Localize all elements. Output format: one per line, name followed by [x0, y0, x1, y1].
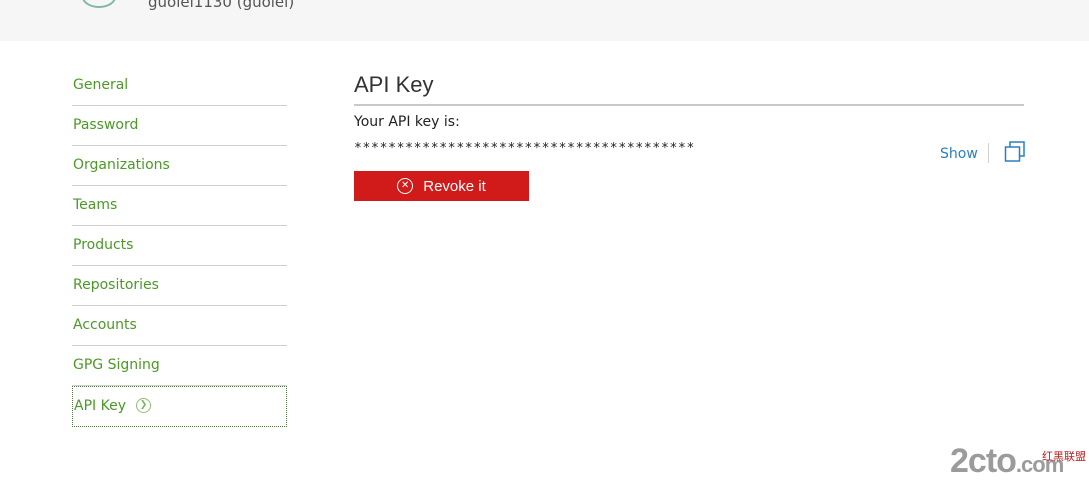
- top-bar: guolei1130 (guolei): [0, 0, 1089, 41]
- sidebar-item-accounts[interactable]: Accounts: [72, 306, 287, 346]
- watermark-logo: 2cto.com 红黑联盟: [950, 442, 1086, 480]
- page-title: API Key: [354, 72, 1024, 106]
- sidebar-item-password[interactable]: Password: [72, 106, 287, 146]
- settings-sidebar: General Password Organizations Teams Pro…: [72, 66, 287, 427]
- chevron-right-circle-icon: ❯: [135, 397, 151, 413]
- api-key-panel: API Key Your API key is: ***************…: [354, 72, 1025, 201]
- api-key-label: Your API key is:: [354, 114, 460, 130]
- sidebar-item-label: General: [73, 77, 129, 93]
- sidebar-item-label: Teams: [73, 197, 118, 213]
- api-key-masked-value: ****************************************: [354, 141, 696, 156]
- user-name: guolei1130 (guolei): [148, 0, 295, 11]
- sidebar-item-teams[interactable]: Teams: [72, 186, 287, 226]
- sidebar-item-products[interactable]: Products: [72, 226, 287, 266]
- sidebar-item-api-key[interactable]: API Key ❯: [72, 386, 287, 427]
- sidebar-item-label: API Key: [74, 398, 126, 414]
- sidebar-item-gpg-signing[interactable]: GPG Signing: [72, 346, 287, 386]
- sidebar-item-repositories[interactable]: Repositories: [72, 266, 287, 306]
- sidebar-item-label: Accounts: [73, 317, 137, 333]
- sidebar-item-label: Products: [73, 237, 134, 253]
- divider: [988, 143, 989, 163]
- sidebar-item-organizations[interactable]: Organizations: [72, 146, 287, 186]
- user-avatar-icon[interactable]: [82, 0, 116, 8]
- watermark-tagline: 红黑联盟: [1042, 451, 1086, 463]
- show-key-link[interactable]: Show: [940, 146, 978, 162]
- sidebar-item-general[interactable]: General: [72, 66, 287, 106]
- copy-icon[interactable]: [1004, 141, 1026, 163]
- sidebar-item-label: Repositories: [73, 277, 159, 293]
- sidebar-item-label: Organizations: [73, 157, 170, 173]
- revoke-label: Revoke it: [423, 177, 486, 195]
- close-circle-icon: ✕: [397, 178, 414, 194]
- sidebar-item-label: GPG Signing: [73, 357, 160, 373]
- revoke-button[interactable]: ✕ Revoke it: [354, 171, 529, 201]
- sidebar-item-label: Password: [73, 117, 139, 133]
